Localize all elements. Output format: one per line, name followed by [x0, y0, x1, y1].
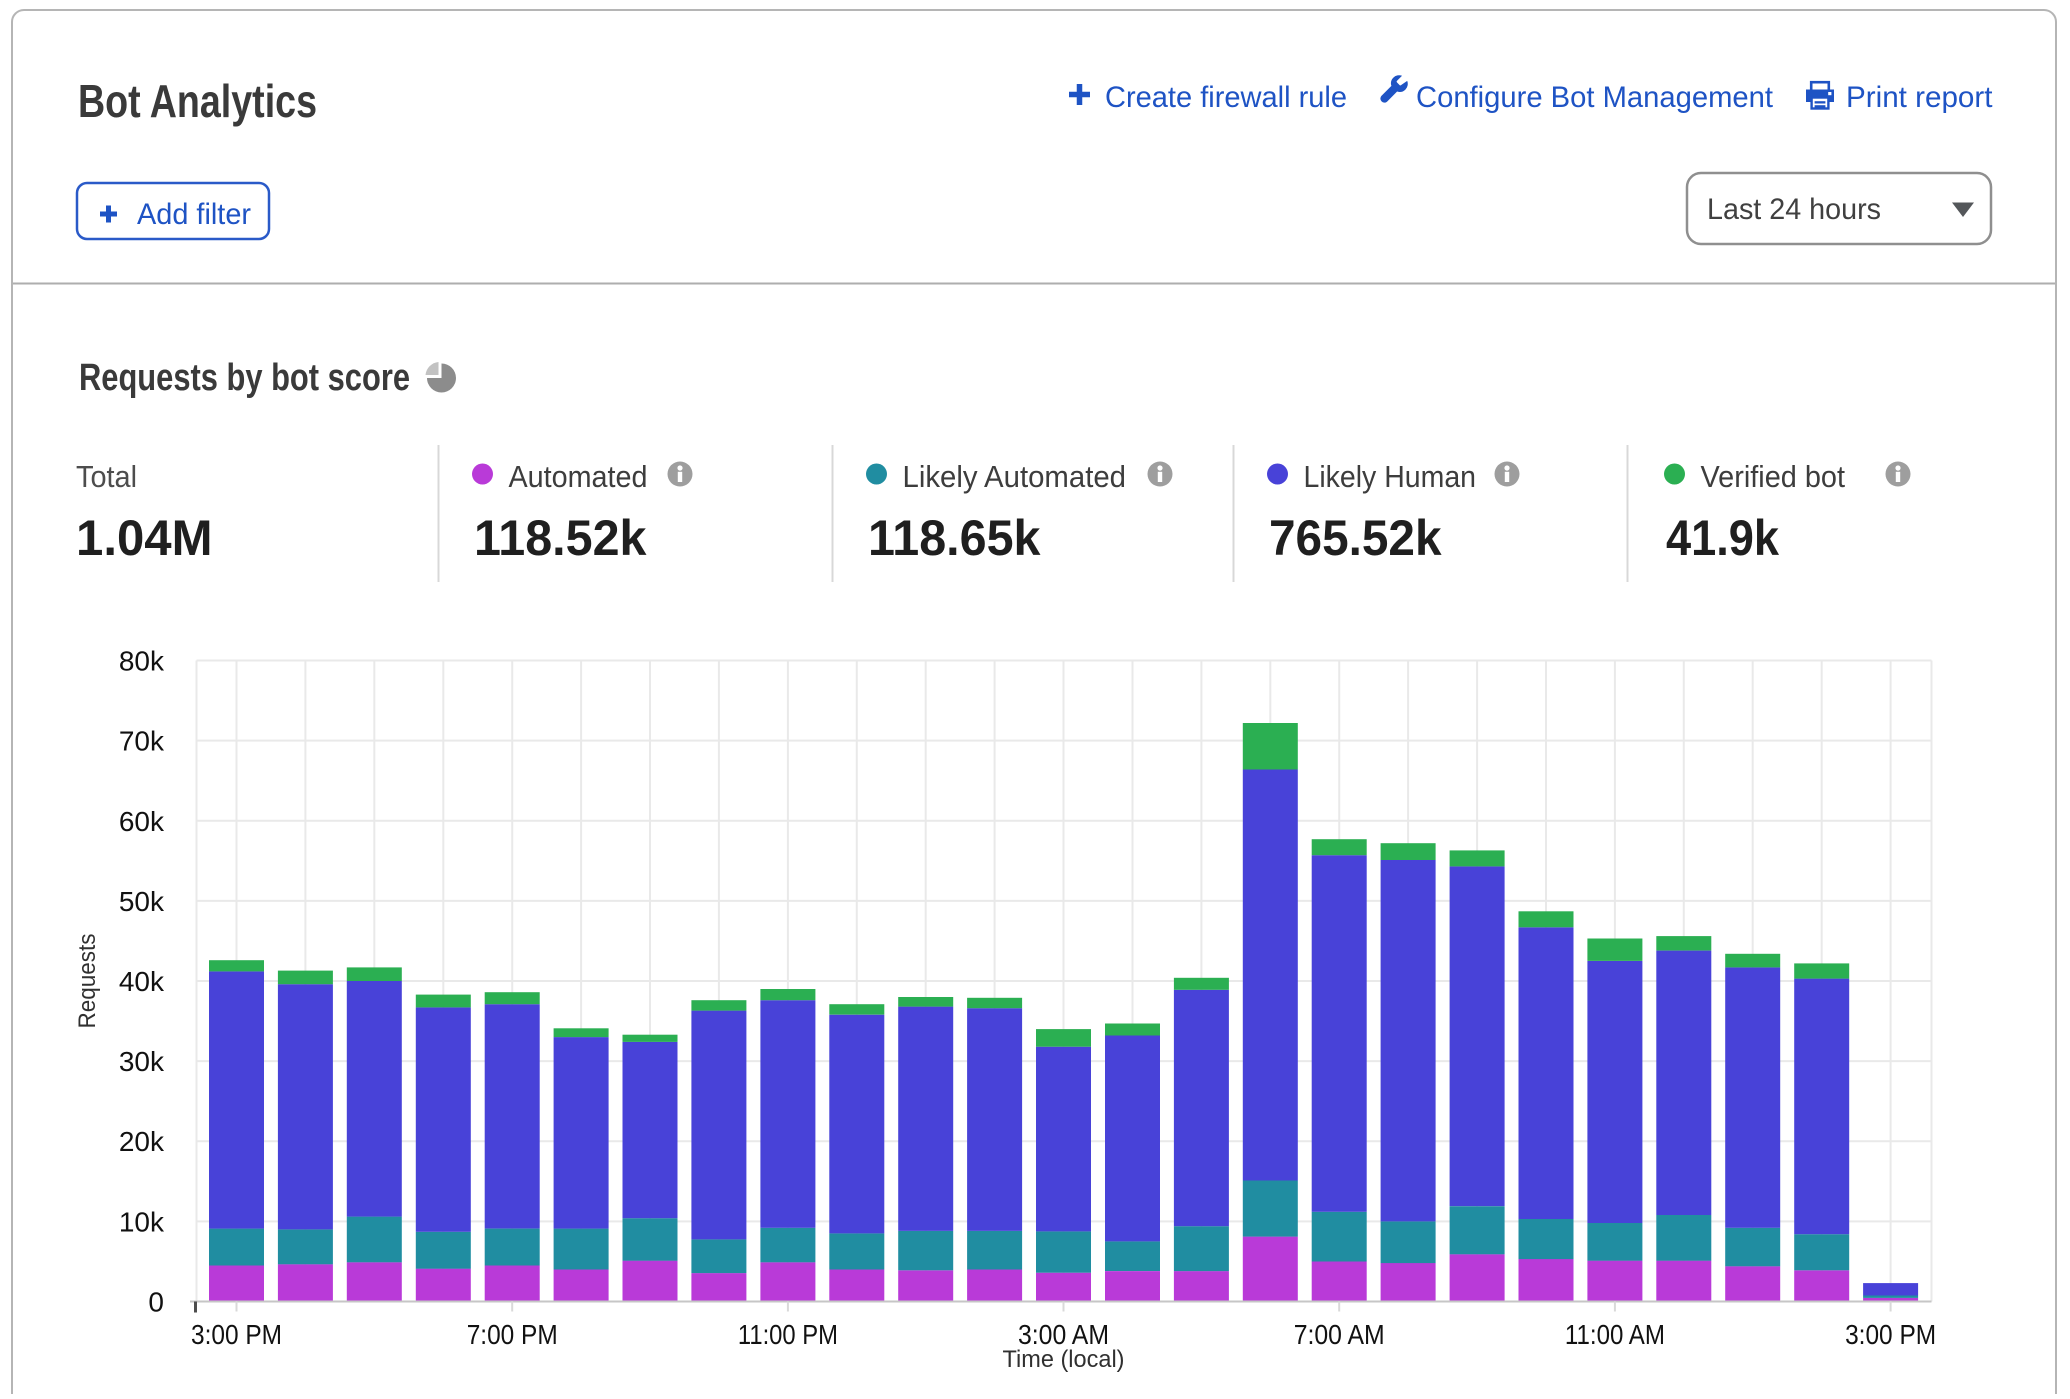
svg-text:Requests: Requests — [74, 934, 101, 1029]
svg-text:30k: 30k — [119, 1046, 165, 1077]
svg-text:Create firewall rule: Create firewall rule — [1105, 81, 1347, 114]
svg-text:20k: 20k — [119, 1126, 165, 1157]
svg-text:41.9k: 41.9k — [1666, 510, 1779, 566]
svg-text:0: 0 — [148, 1287, 164, 1318]
svg-text:11:00 PM: 11:00 PM — [738, 1319, 838, 1350]
svg-text:80k: 80k — [119, 646, 165, 677]
svg-text:Likely Automated: Likely Automated — [903, 459, 1127, 494]
svg-text:Bot Analytics: Bot Analytics — [78, 75, 317, 127]
svg-text:40k: 40k — [119, 966, 165, 997]
svg-text:Requests by bot score: Requests by bot score — [79, 357, 410, 399]
svg-text:118.52k: 118.52k — [474, 510, 647, 566]
svg-text:7:00 PM: 7:00 PM — [467, 1319, 558, 1350]
svg-text:Add filter: Add filter — [137, 198, 251, 231]
svg-text:10k: 10k — [119, 1206, 165, 1237]
svg-text:Likely Human: Likely Human — [1304, 459, 1477, 494]
svg-text:Time (local): Time (local) — [1003, 1346, 1125, 1373]
svg-text:118.65k: 118.65k — [868, 510, 1041, 566]
svg-text:11:00 AM: 11:00 AM — [1565, 1319, 1665, 1350]
svg-text:3:00 PM: 3:00 PM — [191, 1319, 282, 1350]
svg-text:70k: 70k — [119, 726, 165, 757]
svg-text:Print report: Print report — [1846, 81, 1993, 114]
svg-text:Last 24 hours: Last 24 hours — [1707, 193, 1881, 226]
svg-text:Automated: Automated — [509, 459, 648, 494]
svg-text:60k: 60k — [119, 806, 165, 837]
svg-text:Verified bot: Verified bot — [1701, 459, 1846, 494]
svg-text:1.04M: 1.04M — [76, 510, 213, 566]
svg-text:Configure Bot Management: Configure Bot Management — [1416, 81, 1774, 114]
svg-text:7:00 AM: 7:00 AM — [1294, 1319, 1385, 1350]
svg-text:765.52k: 765.52k — [1269, 510, 1442, 566]
svg-text:Total: Total — [76, 459, 137, 494]
svg-text:3:00 PM: 3:00 PM — [1845, 1319, 1936, 1350]
svg-text:50k: 50k — [119, 886, 165, 917]
